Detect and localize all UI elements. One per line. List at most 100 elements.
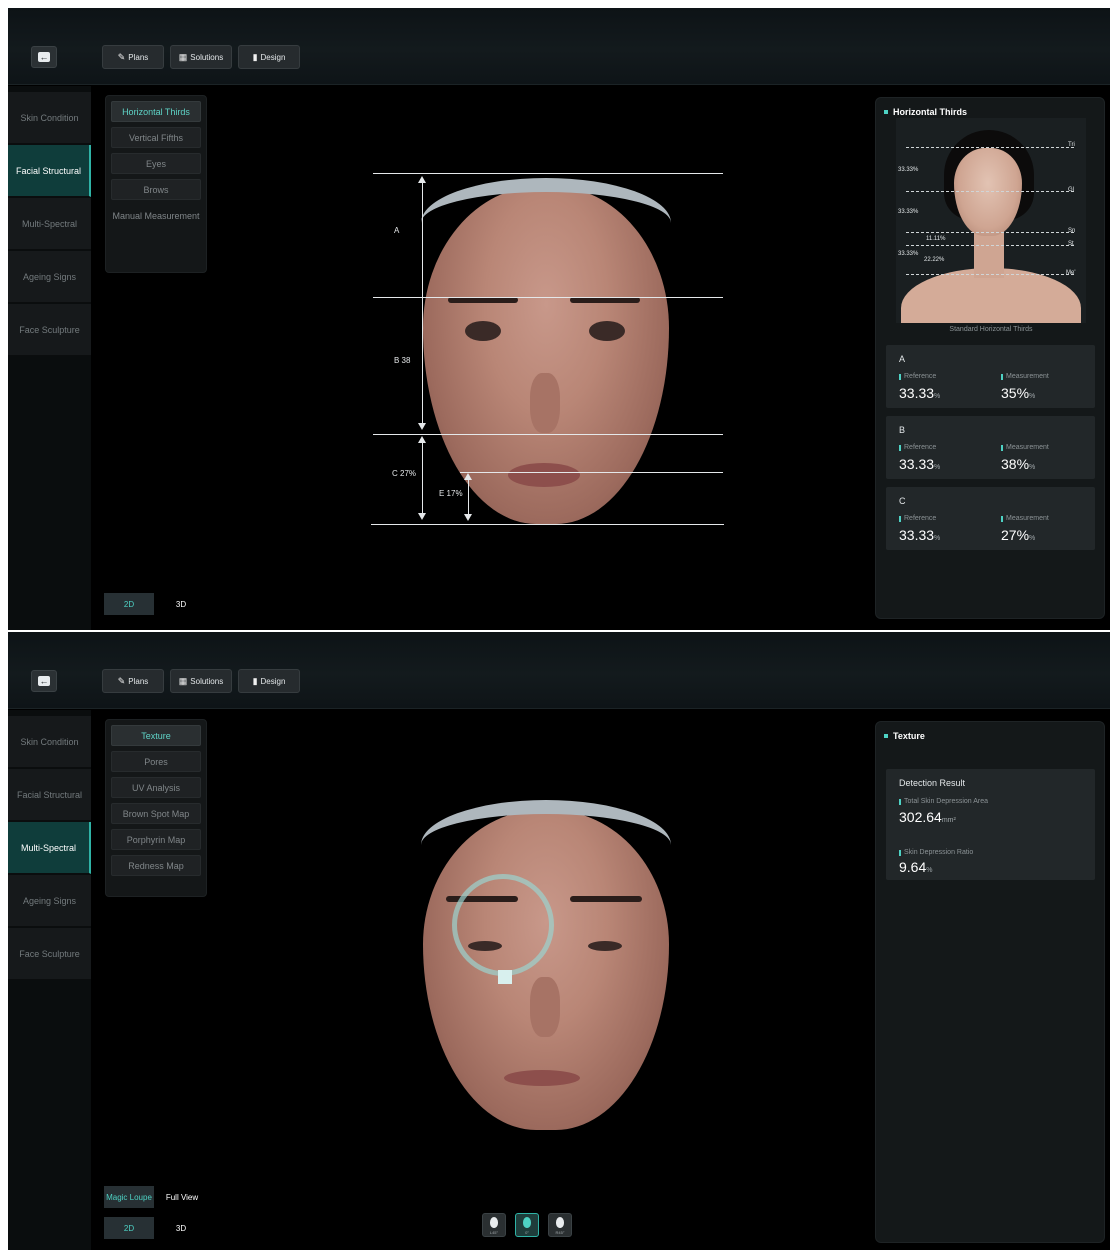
- top-toolbar: ← ✎ Plans ▦ Solutions ▮ Design: [8, 632, 1110, 709]
- analysis-submenu: Texture Pores UV Analysis Brown Spot Map…: [105, 719, 207, 897]
- panel-title-text: Texture: [893, 731, 925, 741]
- back-button[interactable]: ←: [31, 46, 57, 68]
- submenu-item-manual-measurement[interactable]: Manual Measurement: [111, 205, 201, 226]
- plans-tab[interactable]: ✎ Plans: [102, 45, 164, 69]
- view-2d-button[interactable]: 2D: [104, 1217, 154, 1239]
- view-3d-button[interactable]: 3D: [158, 1217, 204, 1239]
- percent-st-me: 22.22%: [924, 257, 945, 263]
- sidebar: Skin Condition Facial Structural Multi-S…: [8, 86, 91, 630]
- tag-st: St: [1068, 241, 1074, 247]
- indicator-bar: [1001, 373, 1003, 380]
- magic-loupe-button[interactable]: Magic Loupe: [104, 1186, 154, 1208]
- reference-value-unit: %: [934, 393, 941, 400]
- nose: [530, 977, 560, 1037]
- loupe-handle[interactable]: [498, 970, 512, 984]
- reference-label-text: Reference: [904, 444, 937, 451]
- sidebar-item-multi-spectral[interactable]: Multi-Spectral: [8, 822, 91, 874]
- label-e: E 17%: [439, 489, 463, 498]
- grid-icon: ▦: [178, 675, 188, 686]
- percent-middle: 33.33%: [898, 209, 919, 215]
- analysis-submenu: Horizontal Thirds Vertical Fifths Eyes B…: [105, 95, 207, 273]
- label-a: A: [394, 226, 400, 235]
- sidebar-item-face-sculpture[interactable]: Face Sculpture: [8, 304, 91, 356]
- arrow-up-icon: [418, 436, 426, 443]
- sidebar-item-label: Ageing Signs: [22, 271, 77, 282]
- angle-front-button[interactable]: 0°: [515, 1213, 539, 1237]
- submenu-item-pores[interactable]: Pores: [111, 751, 201, 772]
- sidebar-item-label: Facial Structural: [15, 165, 82, 176]
- indicator-bar: [899, 444, 901, 451]
- indicator-bar: [1001, 444, 1003, 451]
- sidebar: Skin Condition Facial Structural Multi-S…: [8, 710, 91, 1250]
- right-eye: [588, 941, 622, 951]
- submenu-item-vertical-fifths[interactable]: Vertical Fifths: [111, 127, 201, 148]
- reference-label: Reference: [899, 515, 936, 522]
- design-tab[interactable]: ▮ Design: [238, 669, 300, 693]
- submenu-item-brown-spot-map[interactable]: Brown Spot Map: [111, 803, 201, 824]
- c-vertical-line: [422, 441, 423, 518]
- indicator-bar: [899, 849, 901, 856]
- sidebar-item-facial-structural[interactable]: Facial Structural: [8, 769, 91, 821]
- facial-structural-screen: ← ✎ Plans ▦ Solutions ▮ Design Skin Cond…: [8, 8, 1110, 630]
- view-3d-button[interactable]: 3D: [158, 593, 204, 615]
- submenu-item-texture[interactable]: Texture: [111, 725, 201, 746]
- sidebar-item-ageing-signs[interactable]: Ageing Signs: [8, 875, 91, 927]
- head-front-icon: [523, 1217, 531, 1228]
- sidebar-item-skin-condition[interactable]: Skin Condition: [8, 716, 91, 768]
- sidebar-item-face-sculpture[interactable]: Face Sculpture: [8, 928, 91, 980]
- reference-value: 33.33%: [899, 385, 940, 401]
- card-b: B Reference 33.33% Measurement 38%%: [886, 416, 1095, 479]
- submenu-item-brows[interactable]: Brows: [111, 179, 201, 200]
- sidebar-item-label: Face Sculpture: [19, 324, 80, 335]
- angle-label: L45°: [489, 1230, 499, 1235]
- percent-sn-st: 11.11%: [926, 236, 946, 242]
- reference-value-number: 33.33: [899, 456, 935, 472]
- reference-label-text: Reference: [904, 515, 937, 522]
- card-title: B: [899, 425, 906, 435]
- reference-face: [954, 148, 1022, 236]
- solutions-tab[interactable]: ▦ Solutions: [170, 45, 232, 69]
- indicator-bar: [899, 373, 901, 380]
- magic-loupe-circle[interactable]: [452, 874, 554, 976]
- design-icon: ▮: [252, 675, 258, 686]
- submenu-item-porphyrin-map[interactable]: Porphyrin Map: [111, 829, 201, 850]
- measurement-value-unit: %: [1029, 535, 1036, 542]
- metric-label-text: Skin Depression Ratio: [904, 849, 974, 856]
- depression-ratio-value: 9.64%: [899, 859, 932, 875]
- sidebar-item-skin-condition[interactable]: Skin Condition: [8, 92, 91, 144]
- measurement-value-unit: %: [1029, 393, 1036, 400]
- submenu-item-redness-map[interactable]: Redness Map: [111, 855, 201, 876]
- measurement-label-text: Measurement: [1006, 444, 1049, 451]
- plans-tab[interactable]: ✎ Plans: [102, 669, 164, 693]
- detection-result-card: Detection Result Total Skin Depression A…: [886, 769, 1095, 880]
- submenu-item-eyes[interactable]: Eyes: [111, 153, 201, 174]
- back-button[interactable]: ←: [31, 670, 57, 692]
- depression-ratio-label: Skin Depression Ratio: [899, 849, 973, 856]
- submenu-item-uv-analysis[interactable]: UV Analysis: [111, 777, 201, 798]
- arrow-left-icon: ←: [38, 676, 50, 686]
- grid-icon: ▦: [178, 51, 188, 62]
- angle-left-45-button[interactable]: L45°: [482, 1213, 506, 1237]
- sidebar-item-multi-spectral[interactable]: Multi-Spectral: [8, 198, 91, 250]
- arrow-down-icon: [464, 514, 472, 521]
- sidebar-item-facial-structural[interactable]: Facial Structural: [8, 145, 91, 197]
- sn-line: [373, 434, 723, 435]
- design-tab[interactable]: ▮ Design: [238, 45, 300, 69]
- mouth: [504, 1070, 580, 1086]
- metric-label-text: Total Skin Depression Area: [904, 798, 989, 805]
- card-title: Detection Result: [899, 778, 966, 788]
- angle-right-45-button[interactable]: R45°: [548, 1213, 572, 1237]
- full-view-button[interactable]: Full View: [158, 1186, 206, 1208]
- design-icon: ▮: [252, 51, 258, 62]
- tag-tri: Tri: [1068, 142, 1075, 148]
- view-2d-button[interactable]: 2D: [104, 593, 154, 615]
- solutions-tab[interactable]: ▦ Solutions: [170, 669, 232, 693]
- solutions-tab-label: Solutions: [190, 52, 224, 62]
- arrow-up-icon: [418, 176, 426, 183]
- plans-tab-label: Plans: [128, 676, 149, 686]
- reference-label-text: Reference: [904, 373, 937, 380]
- submenu-item-horizontal-thirds[interactable]: Horizontal Thirds: [111, 101, 201, 122]
- edit-icon: ✎: [117, 675, 126, 686]
- reference-label: Reference: [899, 444, 936, 451]
- sidebar-item-ageing-signs[interactable]: Ageing Signs: [8, 251, 91, 303]
